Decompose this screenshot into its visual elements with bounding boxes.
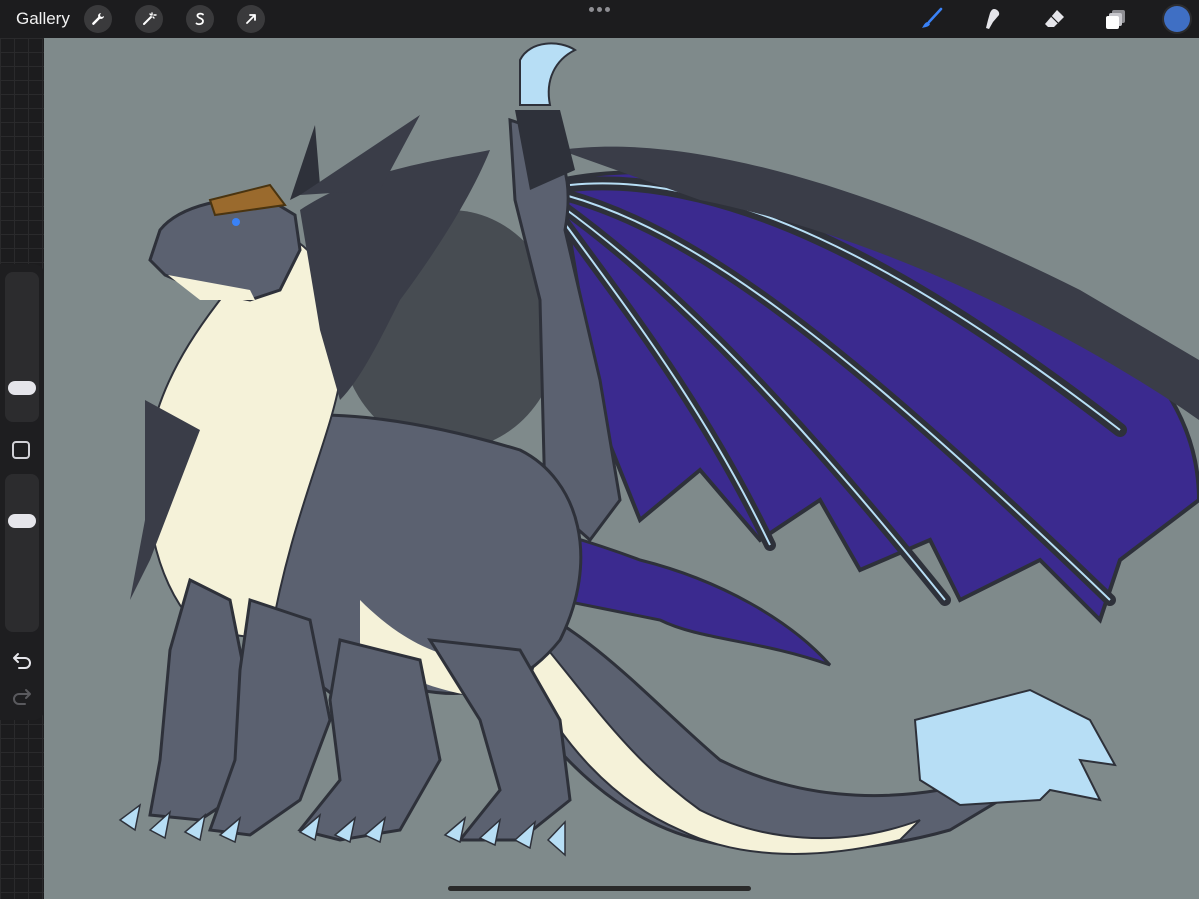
undo-icon[interactable] [10,650,34,670]
transform-arrow-icon[interactable] [237,5,265,33]
opacity-slider[interactable] [5,474,39,632]
gallery-button[interactable]: Gallery [16,9,70,29]
tail-fin [913,688,1117,807]
drag-handle[interactable] [589,7,611,13]
eye [232,218,240,226]
layers-icon[interactable] [1102,5,1130,33]
smudge-icon[interactable] [979,5,1007,33]
wing-claw [519,42,577,106]
sidebar-panel [0,264,44,720]
redo-icon[interactable] [10,686,34,706]
wrench-icon[interactable] [84,5,112,33]
color-picker-swatch[interactable] [1164,6,1190,32]
home-indicator [448,886,751,891]
drawing-canvas[interactable] [44,38,1199,899]
selection-s-icon[interactable] [186,5,214,33]
brush-size-thumb[interactable] [8,381,36,395]
top-toolbar: Gallery [0,0,1199,38]
brush-size-slider[interactable] [5,272,39,422]
eraser-icon[interactable] [1040,5,1068,33]
modify-button[interactable] [12,441,30,459]
magic-wand-icon[interactable] [135,5,163,33]
opacity-thumb[interactable] [8,514,36,528]
brush-icon[interactable] [918,5,946,33]
dragon-artwork [118,42,1199,857]
